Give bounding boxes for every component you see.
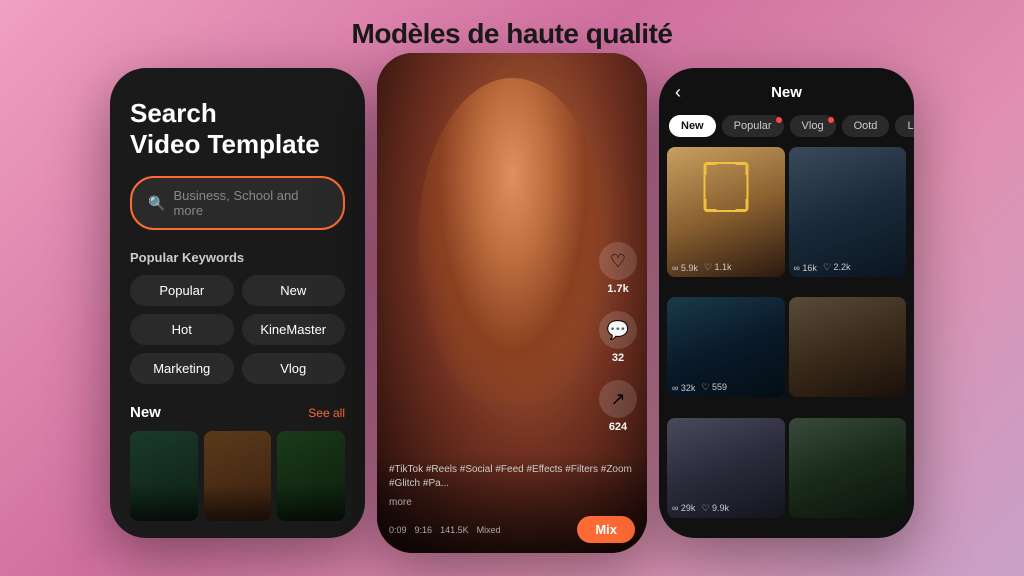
- face-overlay: [418, 78, 607, 403]
- see-all-link[interactable]: See all: [308, 406, 345, 420]
- back-button[interactable]: ‹: [675, 82, 681, 103]
- cat-ootd[interactable]: Ootd: [842, 115, 890, 137]
- thumb-1[interactable]: [130, 431, 198, 521]
- phone3-title: New: [771, 84, 802, 101]
- template-grid: ∞ 5.9k ♡ 1.1k ∞ 16k ♡ 2.2k ∞ 32k ♡ 559: [659, 143, 914, 538]
- thumb-3[interactable]: [277, 431, 345, 521]
- share-action[interactable]: ↗ 624: [599, 380, 637, 433]
- new-label: New: [130, 404, 161, 421]
- comment-count: 32: [612, 352, 624, 364]
- new-section-header: New See all: [130, 404, 345, 421]
- video-meta-row: 0:09 9:16 141.5K Mixed Mix: [389, 516, 635, 543]
- views-2: ∞ 16k: [794, 263, 817, 273]
- likes-5: ♡ 9.9k: [701, 503, 729, 514]
- search-icon: 🔍: [148, 195, 165, 212]
- share-icon: ↗: [599, 380, 637, 418]
- corner-tl: [704, 163, 716, 175]
- views-5: ∞ 29k: [672, 503, 695, 513]
- share-count: 624: [609, 421, 627, 433]
- keyword-chip-popular[interactable]: Popular: [130, 275, 234, 306]
- comment-icon: 💬: [599, 311, 637, 349]
- likes-2: ♡ 2.2k: [823, 262, 851, 273]
- video-content: ♡ 1.7k 💬 32 ↗ 624 #TikTok #Reels #Social…: [377, 53, 647, 553]
- video-type: Mixed: [477, 525, 501, 535]
- cat-lab[interactable]: Lab: [895, 115, 914, 137]
- keyword-chip-marketing[interactable]: Marketing: [130, 353, 234, 384]
- like-action[interactable]: ♡ 1.7k: [599, 242, 637, 295]
- corner-br: [735, 199, 747, 211]
- phones-container: SearchVideo Template 🔍 Business, School …: [110, 68, 914, 568]
- video-views: 141.5K: [440, 525, 469, 535]
- video-duration: 0:09: [389, 525, 407, 535]
- corner-tr: [735, 163, 747, 175]
- video-bottom: #TikTok #Reels #Social #Feed #Effects #F…: [377, 453, 647, 553]
- face-detection-box: [703, 162, 748, 212]
- search-placeholder: Business, School and more: [173, 188, 327, 218]
- phone-video: ♡ 1.7k 💬 32 ↗ 624 #TikTok #Reels #Social…: [377, 53, 647, 553]
- keyword-chip-vlog[interactable]: Vlog: [242, 353, 346, 384]
- grid-item-3[interactable]: ∞ 32k ♡ 559: [667, 297, 785, 397]
- search-bar[interactable]: 🔍 Business, School and more: [130, 176, 345, 230]
- comment-action[interactable]: 💬 32: [599, 311, 637, 364]
- grid-item-5[interactable]: ∞ 29k ♡ 9.9k: [667, 418, 785, 518]
- like-count: 1.7k: [607, 283, 628, 295]
- corner-bl: [704, 199, 716, 211]
- grid-item-6[interactable]: [789, 418, 907, 518]
- stats-5: ∞ 29k ♡ 9.9k: [672, 503, 729, 514]
- likes-1: ♡ 1.1k: [704, 262, 732, 273]
- video-sidebar: ♡ 1.7k 💬 32 ↗ 624: [599, 242, 637, 433]
- keywords-grid: Popular New Hot KineMaster Marketing Vlo…: [130, 275, 345, 384]
- video-meta-info: 0:09 9:16 141.5K Mixed: [389, 525, 501, 535]
- categories-bar: New Popular Vlog Ootd Lab: [659, 109, 914, 143]
- phone1-title: SearchVideo Template: [130, 98, 345, 160]
- thumb-2[interactable]: [204, 431, 272, 521]
- keyword-chip-hot[interactable]: Hot: [130, 314, 234, 345]
- video-more[interactable]: more: [389, 497, 635, 508]
- thumbnails-row: [130, 431, 345, 521]
- keyword-chip-kinemaster[interactable]: KineMaster: [242, 314, 346, 345]
- mix-button[interactable]: Mix: [577, 516, 635, 543]
- video-tags: #TikTok #Reels #Social #Feed #Effects #F…: [389, 463, 635, 491]
- grid-item-4[interactable]: [789, 297, 907, 397]
- likes-3: ♡ 559: [701, 382, 727, 393]
- phone3-header: ‹ New: [659, 68, 914, 109]
- keywords-label: Popular Keywords: [130, 250, 345, 265]
- cat-vlog[interactable]: Vlog: [790, 115, 836, 137]
- grid-item-2[interactable]: ∞ 16k ♡ 2.2k: [789, 147, 907, 277]
- grid-item-1[interactable]: ∞ 5.9k ♡ 1.1k: [667, 147, 785, 277]
- phone-search: SearchVideo Template 🔍 Business, School …: [110, 68, 365, 538]
- views-1: ∞ 5.9k: [672, 263, 698, 273]
- cat-new[interactable]: New: [669, 115, 716, 137]
- views-3: ∞ 32k: [672, 383, 695, 393]
- keywords-section: Popular Keywords Popular New Hot KineMas…: [130, 250, 345, 404]
- page-title: Modèles de haute qualité: [352, 18, 673, 50]
- video-ratio: 9:16: [415, 525, 433, 535]
- stats-2: ∞ 16k ♡ 2.2k: [794, 262, 851, 273]
- stats-1: ∞ 5.9k ♡ 1.1k: [672, 262, 732, 273]
- stats-3: ∞ 32k ♡ 559: [672, 382, 727, 393]
- heart-icon: ♡: [599, 242, 637, 280]
- cat-popular[interactable]: Popular: [722, 115, 784, 137]
- phone-new: ‹ New New Popular Vlog Ootd Lab ∞ 5.9k: [659, 68, 914, 538]
- keyword-chip-new[interactable]: New: [242, 275, 346, 306]
